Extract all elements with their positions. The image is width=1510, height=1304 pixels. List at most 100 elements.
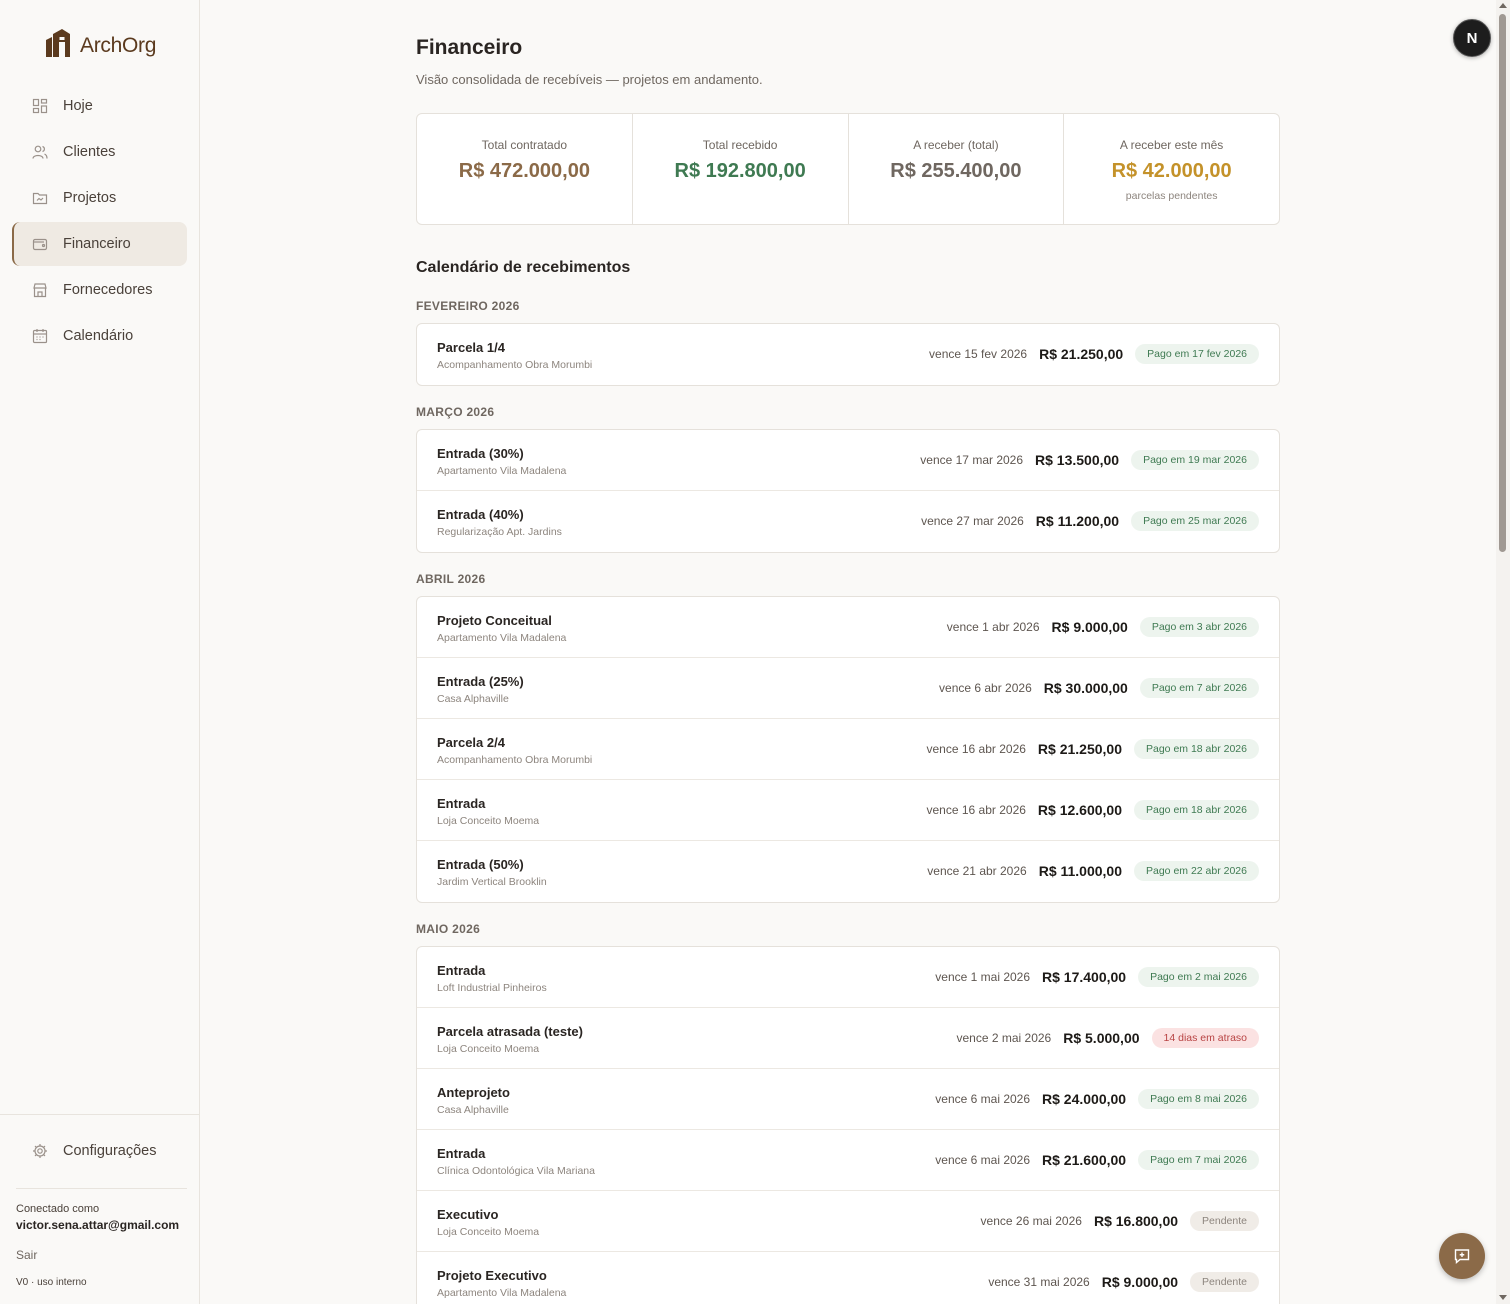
receivable-row[interactable]: Executivo Loja Conceito Moema vence 26 mai… [417,1191,1279,1252]
status-badge: Pendente [1190,1211,1259,1231]
avatar[interactable]: N [1453,19,1491,57]
receivable-row[interactable]: Parcela 2/4 Acompanhamento Obra Morumbi ve… [417,719,1279,780]
amount: R$ 21.250,00 [1037,741,1122,757]
receivable-row[interactable]: Projeto Conceitual Apartamento Vila Madal… [417,597,1279,658]
amount: R$ 24.000,00 [1042,1091,1127,1107]
amount: R$ 9.000,00 [1101,1274,1179,1290]
sidebar-item-calendario[interactable]: Calendário [12,314,187,358]
installment-title: Parcela 1/4 [437,340,505,355]
stat-label: A receber (total) [913,138,999,152]
sidebar-item-label: Calendário [63,328,134,344]
installment-title: Entrada (50%) [437,857,524,872]
status-badge: Pago em 8 mai 2026 [1138,1089,1259,1109]
main-nav: Hoje Clientes Projetos Financeiro Fornec… [12,84,187,360]
scroll-thumb[interactable] [1499,14,1506,552]
status-badge: Pago em 25 mar 2026 [1131,511,1259,531]
installment-title: Executivo [437,1207,499,1222]
row-details: vence 17 mar 2026 R$ 13.500,00 Pago em 19 … [920,430,1259,490]
status-badge: Pago em 19 mar 2026 [1131,450,1259,470]
page-title: Financeiro [416,36,523,59]
store-icon [32,282,48,298]
amount: R$ 5.000,00 [1063,1030,1140,1046]
amount: R$ 11.200,00 [1035,513,1120,529]
status-badge: Pago em 7 mai 2026 [1138,1150,1259,1170]
receivable-row[interactable]: Entrada Loft Industrial Pinheiros vence 1 … [417,947,1279,1008]
chat-button[interactable] [1439,1233,1485,1279]
due-date: vence 15 fev 2026 [929,347,1028,361]
project-name: Loft Industrial Pinheiros [437,982,547,994]
month-label: MARÇO 2026 [416,405,495,419]
row-details: vence 6 abr 2026 R$ 30.000,00 Pago em 7 ab… [939,658,1259,718]
due-date: vence 6 mai 2026 [935,1092,1031,1106]
project-name: Casa Alphaville [437,1104,509,1116]
sidebar-item-projetos[interactable]: Projetos [12,176,187,220]
row-details: vence 27 mar 2026 R$ 11.200,00 Pago em 25 … [921,491,1259,551]
users-icon [32,144,48,160]
calendar-title: Calendário de recebimentos [416,259,631,276]
sidebar-item-hoje[interactable]: Hoje [12,84,187,128]
sidebar-footer: Configurações Conectado como victor.sena… [0,1114,199,1304]
row-details: vence 16 abr 2026 R$ 21.250,00 Pago em 18 … [927,719,1259,779]
sidebar-item-label: Clientes [63,144,116,160]
amount: R$ 16.800,00 [1093,1213,1179,1229]
summary-stats: Total contratado R$ 472.000,00 Total rec… [416,113,1280,225]
app-name: ArchOrg [80,34,157,57]
receivable-row[interactable]: Entrada Clínica Odontológica Vila Mariana… [417,1130,1279,1191]
due-date: vence 6 abr 2026 [939,681,1032,695]
status-badge: Pago em 2 mai 2026 [1138,967,1259,987]
sidebar-item-financeiro[interactable]: Financeiro [12,222,187,266]
scroll-down-icon[interactable] [1499,1295,1507,1300]
settings-link[interactable]: Configurações [32,1143,157,1159]
logout-link[interactable]: Sair [16,1248,37,1262]
project-name: Acompanhamento Obra Morumbi [437,754,593,766]
installment-title: Projeto Executivo [437,1268,547,1283]
stat-total-contratado: Total contratado R$ 472.000,00 [417,114,633,224]
receivable-row[interactable]: Entrada (50%) Jardim Vertical Brooklin ven… [417,841,1279,902]
due-date: vence 26 mai 2026 [980,1214,1082,1228]
due-date: vence 6 mai 2026 [935,1153,1031,1167]
receivable-row[interactable]: Entrada (25%) Casa Alphaville vence 6 abr … [417,658,1279,719]
status-badge: Pago em 22 abr 2026 [1134,861,1259,881]
installment-title: Entrada (30%) [437,446,524,461]
receivable-row[interactable]: Entrada Loja Conceito Moema vence 16 abr 2… [417,780,1279,841]
status-badge: Pendente [1190,1272,1259,1292]
gear-icon [32,1143,48,1159]
amount: R$ 21.250,00 [1039,346,1124,362]
month-label: FEVEREIRO 2026 [416,299,520,313]
stat-value: R$ 472.000,00 [458,160,590,182]
page-scrollbar[interactable] [1496,0,1510,1304]
receivable-row[interactable]: Parcela atrasada (teste) Loja Conceito Mo… [417,1008,1279,1069]
receivable-row[interactable]: Entrada (30%) Apartamento Vila Madalena ve… [417,430,1279,491]
stat-a-receber-total: A receber (total) R$ 255.400,00 [849,114,1065,224]
stat-a-receber-mes: A receber este mês R$ 42.000,00 parcelas… [1064,114,1279,224]
wallet-icon [32,236,48,252]
stat-label: Total contratado [481,138,568,152]
month-card: Entrada (30%) Apartamento Vila Madalena ve… [416,429,1280,553]
receivable-row[interactable]: Projeto Executivo Apartamento Vila Madale… [417,1252,1279,1304]
stat-total-recebido: Total recebido R$ 192.800,00 [633,114,849,224]
row-details: vence 6 mai 2026 R$ 24.000,00 Pago em 8 ma… [935,1069,1259,1129]
stat-label: Total recebido [702,138,778,152]
app-logo[interactable]: ArchOrg [44,28,156,58]
amount: R$ 21.600,00 [1042,1152,1127,1168]
project-name: Clínica Odontológica Vila Mariana [437,1165,595,1177]
calendar-icon [32,328,48,344]
sidebar-item-fornecedores[interactable]: Fornecedores [12,268,187,312]
sidebar-item-clientes[interactable]: Clientes [12,130,187,174]
user-email: victor.sena.attar@gmail.com [16,1218,180,1232]
project-name: Acompanhamento Obra Morumbi [437,359,593,371]
receivable-row[interactable]: Parcela 1/4 Acompanhamento Obra Morumbi ve… [417,324,1279,385]
connected-label: Conectado como [16,1203,100,1215]
due-date: vence 16 abr 2026 [926,803,1026,817]
amount: R$ 13.500,00 [1035,452,1120,468]
status-badge: Pago em 17 fev 2026 [1135,344,1259,364]
due-date: vence 1 abr 2026 [946,620,1040,634]
scroll-up-icon[interactable] [1499,3,1507,8]
month-card: Projeto Conceitual Apartamento Vila Madal… [416,596,1280,903]
divider [16,1188,187,1189]
installment-title: Anteprojeto [437,1085,510,1100]
project-name: Apartamento Vila Madalena [437,1287,567,1299]
receivable-row[interactable]: Anteprojeto Casa Alphaville vence 6 mai 20… [417,1069,1279,1130]
project-name: Jardim Vertical Brooklin [437,876,547,888]
receivable-row[interactable]: Entrada (40%) Regularização Apt. Jardins v… [417,491,1279,552]
